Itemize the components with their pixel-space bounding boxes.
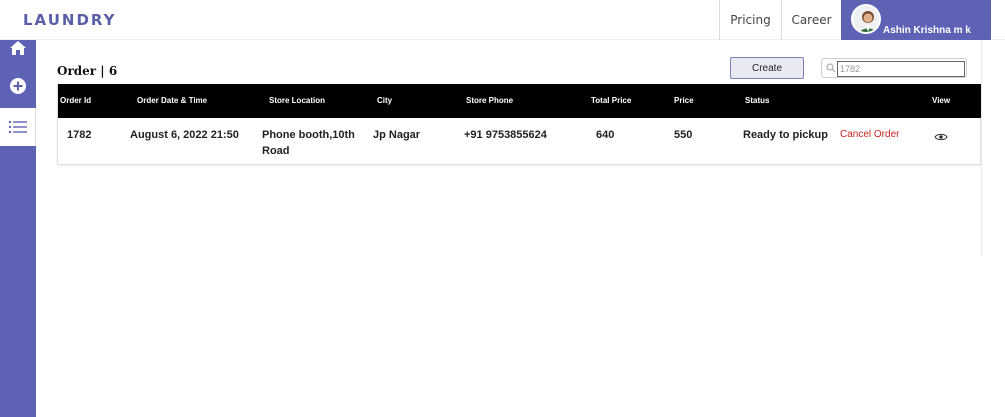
search-input[interactable] xyxy=(837,61,965,77)
cell-price: 550 xyxy=(674,129,693,141)
sidebar xyxy=(0,40,36,417)
nav-pricing-link[interactable]: Pricing xyxy=(719,0,781,40)
view-eye-icon[interactable] xyxy=(934,132,948,142)
avatar xyxy=(851,4,881,34)
sidebar-item-home[interactable] xyxy=(0,40,36,56)
cell-store-location: Phone booth,10th Road xyxy=(262,129,355,157)
orders-table: Order Id Order Date & Time Store Locatio… xyxy=(57,84,982,165)
col-total-price: Total Price xyxy=(591,96,632,105)
col-price: Price xyxy=(674,96,694,105)
col-order-id: Order Id xyxy=(60,96,92,105)
user-name: Ashin Krishna m k xyxy=(883,25,971,36)
cell-store-phone: +91 9753855624 xyxy=(464,129,547,141)
cell-total-price: 640 xyxy=(596,129,615,141)
cell-order-id: 1782 xyxy=(67,129,92,141)
search-icon xyxy=(826,63,836,73)
col-store-phone: Store Phone xyxy=(466,96,514,105)
sidebar-item-add[interactable] xyxy=(0,68,36,104)
col-order-date: Order Date & Time xyxy=(137,96,208,105)
list-icon xyxy=(8,121,27,133)
col-status: Status xyxy=(745,96,770,105)
create-order-button[interactable]: Create xyxy=(730,57,804,79)
add-circle-icon xyxy=(10,78,26,94)
home-icon xyxy=(10,41,26,55)
orders-count-title: Order | 6 xyxy=(57,64,118,78)
cell-city: Jp Nagar xyxy=(373,129,421,141)
col-city: City xyxy=(377,96,393,105)
user-profile[interactable]: Ashin Krishna m k xyxy=(841,0,991,40)
search-box xyxy=(821,58,967,78)
sidebar-item-orders[interactable] xyxy=(0,108,36,146)
top-navbar: LAUNDRY Pricing Career Ashin Krishna m k xyxy=(0,0,1005,40)
cell-status: Ready to pickup xyxy=(743,129,828,141)
cell-order-date: August 6, 2022 21:50 xyxy=(130,129,239,141)
nav-career-link[interactable]: Career xyxy=(781,0,841,40)
content-edge-divider xyxy=(981,40,982,256)
col-view: View xyxy=(932,96,951,105)
cancel-order-link[interactable]: Cancel Order xyxy=(840,129,899,140)
brand-logo[interactable]: LAUNDRY xyxy=(23,11,116,29)
col-store-location: Store Location xyxy=(269,96,326,105)
avatar-person-icon xyxy=(853,6,879,32)
table-header: Order Id Order Date & Time Store Locatio… xyxy=(58,84,982,118)
